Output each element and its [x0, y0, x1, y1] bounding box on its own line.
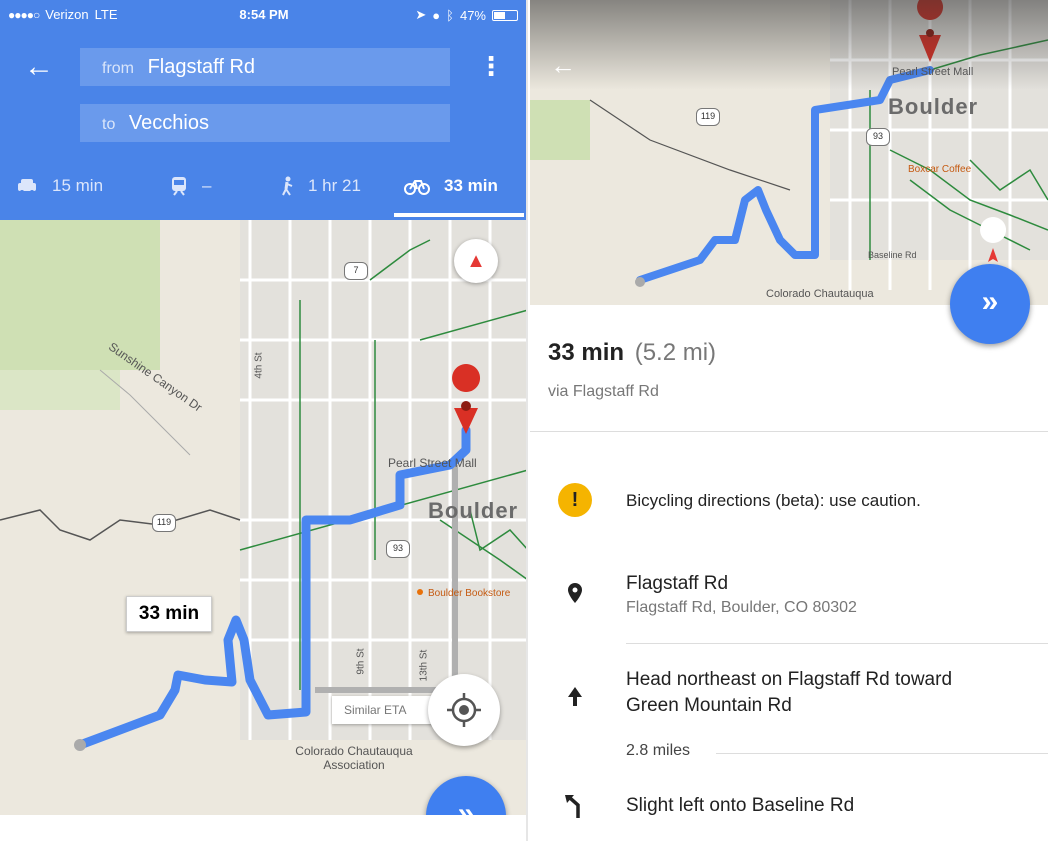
battery-percent: 47%	[459, 7, 486, 23]
destination-value: Vecchios	[128, 112, 209, 134]
route-distance: (5.2 mi)	[634, 339, 717, 366]
active-tab-indicator	[394, 213, 524, 217]
route-shield-93: 93	[386, 540, 410, 558]
my-location-button[interactable]	[428, 674, 500, 746]
label-chautauqua: Colorado Chautauqua Association	[295, 744, 413, 772]
bluetooth-icon: ᛒ	[446, 7, 454, 23]
route-via: via Flagstaff Rd	[548, 383, 659, 400]
walking-icon	[282, 176, 293, 196]
route-overview-map[interactable]: ← Boulder Pearl Street Mall Colorado Cha…	[530, 0, 1048, 305]
label-pearl-street-right: Pearl Street Mall	[892, 66, 974, 78]
car-icon	[18, 179, 36, 194]
start-location-title[interactable]: Flagstaff Rd	[626, 571, 728, 597]
arrow-up-icon	[558, 679, 592, 713]
more-options-icon[interactable]: ⋮	[478, 52, 504, 82]
train-icon	[172, 177, 186, 196]
directions-header: ●●●●○ Verizon LTE 8:54 PM ➤ ● ᛒ 47% ← fr…	[0, 0, 526, 220]
compass-icon[interactable]: ▲	[454, 239, 498, 283]
walking-time: 1 hr 21	[308, 176, 361, 195]
origin-field[interactable]: from Flagstaff Rd	[80, 48, 450, 86]
step-distance: 2.8 miles	[626, 742, 691, 759]
route-shield-93-right: 93	[866, 128, 890, 146]
route-map[interactable]: Sunshine Canyon Dr Pearl Street Mall Col…	[0, 220, 526, 815]
label-chautauqua-right: Colorado Chautauqua	[766, 288, 874, 300]
city-label-right: Boulder	[888, 94, 979, 119]
step-slight-left[interactable]: Slight left onto Baseline Rd	[626, 793, 854, 819]
eta-callout: 33 min	[126, 596, 212, 632]
destination-prefix: to	[102, 116, 116, 133]
transit-time: –	[202, 176, 212, 195]
label-pearl-street: Pearl Street Mall	[388, 456, 477, 470]
similar-eta-callout[interactable]: Similar ETA	[332, 696, 436, 724]
start-location-address: Flagstaff Rd, Boulder, CO 80302	[626, 599, 857, 616]
driving-time: 15 min	[52, 176, 104, 195]
route-shield-119: 119	[152, 514, 176, 532]
warning-icon: !	[558, 483, 592, 517]
divider	[716, 753, 1048, 754]
origin-value: Flagstaff Rd	[147, 56, 256, 78]
label-4th-st: 4th St	[253, 352, 265, 379]
label-baseline-right: Baseline Rd	[868, 250, 917, 260]
location-arrow-icon: ➤	[415, 7, 427, 22]
label-9th-st: 9th St	[355, 648, 367, 675]
step-head-northeast-line2: Green Mountain Rd	[626, 695, 792, 716]
origin-prefix: from	[102, 60, 134, 77]
label-coffee-right: Boxcar Coffee	[908, 164, 972, 175]
tab-walking[interactable]: 1 hr 21	[280, 176, 361, 196]
place-pin-icon	[558, 577, 592, 611]
slight-left-icon	[558, 789, 592, 823]
warning-text: Bicycling directions (beta): use caution…	[626, 491, 921, 510]
tab-driving[interactable]: 15 min	[16, 176, 103, 196]
divider	[626, 643, 1048, 644]
tab-transit[interactable]: –	[170, 176, 211, 196]
double-chevron-icon: »	[981, 285, 999, 318]
left-screen: ●●●●○ Verizon LTE 8:54 PM ➤ ● ᛒ 47% ← fr…	[0, 0, 528, 841]
directions-sheet: 33 min (5.2 mi) via Flagstaff Rd ! Bicyc…	[530, 305, 1048, 841]
step-head-northeast[interactable]: Head northeast on Flagstaff Rd toward Gr…	[626, 667, 952, 719]
double-chevron-icon: »	[457, 797, 475, 815]
route-duration: 33 min	[548, 339, 625, 366]
city-label: Boulder	[428, 498, 519, 523]
map-graphics-right	[530, 0, 1048, 290]
status-bar: ●●●●○ Verizon LTE 8:54 PM ➤ ● ᛒ 47%	[0, 0, 526, 30]
cycling-time: 33 min	[444, 176, 498, 195]
start-navigation-button-right[interactable]: »	[950, 264, 1030, 344]
back-arrow-icon[interactable]: ←	[24, 52, 58, 86]
right-screen: ← Boulder Pearl Street Mall Colorado Cha…	[530, 0, 1048, 841]
destination-field[interactable]: to Vecchios	[80, 104, 450, 142]
bicycle-icon	[404, 180, 430, 195]
lock-icon: ●	[432, 7, 441, 23]
label-bookstore: Boulder Bookstore	[428, 588, 511, 599]
divider	[530, 431, 1048, 432]
back-arrow-icon[interactable]: ←	[550, 50, 576, 81]
battery-icon	[492, 9, 518, 21]
tab-cycling[interactable]: 33 min	[404, 176, 498, 196]
route-summary: 33 min (5.2 mi)	[548, 339, 716, 367]
travel-mode-tabs: 15 min – 1 hr 21 33 min	[0, 168, 526, 216]
crosshair-icon	[447, 693, 481, 727]
route-shield-119-right: 119	[696, 108, 720, 126]
step-head-northeast-line1: Head northeast on Flagstaff Rd toward	[626, 669, 953, 690]
route-shield-7: 7	[344, 262, 368, 280]
